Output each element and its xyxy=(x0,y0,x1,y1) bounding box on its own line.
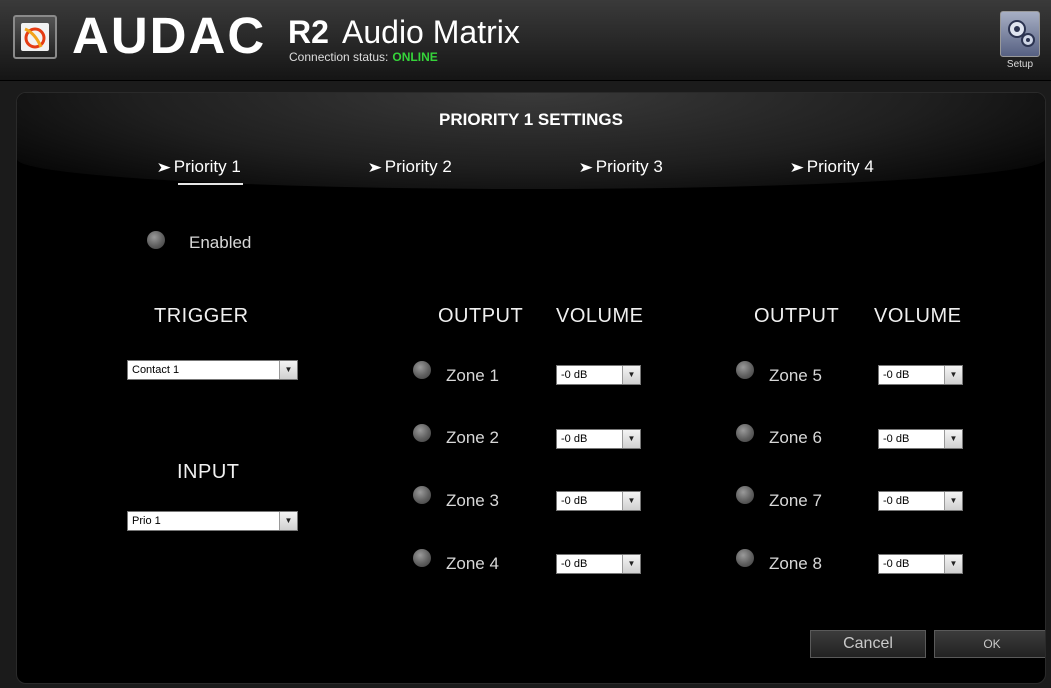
tab-label: Priority 1 xyxy=(173,157,241,176)
enabled-label: Enabled xyxy=(189,233,252,252)
product-model: R2 xyxy=(288,14,329,50)
zone-3-volume-select[interactable]: -0 dB ▼ xyxy=(556,491,641,511)
output-heading-right: OUTPUT xyxy=(754,305,840,327)
input-heading: INPUT xyxy=(177,461,240,483)
volume-heading-right: VOLUME xyxy=(874,305,962,327)
zone-2-radio[interactable] xyxy=(413,424,431,442)
zone-1-volume-select[interactable]: -0 dB ▼ xyxy=(556,365,641,385)
settings-panel: PRIORITY 1 SETTINGS ➤ Priority 1 ➤ Priorit… xyxy=(16,92,1046,684)
volume-value: -0 dB xyxy=(561,495,588,507)
zone-6-volume-select[interactable]: -0 dB ▼ xyxy=(878,429,963,449)
zone-4-volume-select[interactable]: -0 dB ▼ xyxy=(556,554,641,574)
tab-label: Priority 4 xyxy=(806,157,874,176)
zone-6-radio[interactable] xyxy=(736,424,754,442)
chevron-down-icon[interactable]: ▼ xyxy=(944,492,962,510)
input-select[interactable]: Prio 1 ▼ xyxy=(127,511,298,531)
setup-button[interactable]: Setup xyxy=(999,11,1041,73)
product-name: Audio Matrix xyxy=(342,14,520,50)
zone-2-label: Zone 2 xyxy=(446,428,499,447)
gear-icon xyxy=(1000,11,1040,57)
zone-5-volume-select[interactable]: -0 dB ▼ xyxy=(878,365,963,385)
chevron-down-icon[interactable]: ▼ xyxy=(279,361,297,379)
app-header: AUDAC R2 Audio Matrix Connection status:… xyxy=(0,0,1051,81)
volume-value: -0 dB xyxy=(883,433,910,445)
volume-value: -0 dB xyxy=(883,558,910,570)
brand-name: AUDAC xyxy=(72,7,267,64)
page-title: PRIORITY 1 SETTINGS xyxy=(439,110,623,129)
volume-value: -0 dB xyxy=(561,433,588,445)
tab-priority-3[interactable]: ➤ Priority 3 xyxy=(578,157,663,177)
zone-3-label: Zone 3 xyxy=(446,491,499,510)
connection-status: Connection status: ONLINE xyxy=(289,50,438,64)
chevron-down-icon[interactable]: ▼ xyxy=(622,492,640,510)
tab-priority-4[interactable]: ➤ Priority 4 xyxy=(789,157,874,177)
setup-label: Setup xyxy=(1006,59,1034,70)
volume-heading-left: VOLUME xyxy=(556,305,644,327)
zone-8-radio[interactable] xyxy=(736,549,754,567)
audac-logo-icon xyxy=(13,15,57,59)
arrow-right-icon: ➤ xyxy=(789,159,805,175)
trigger-heading: TRIGGER xyxy=(154,305,249,327)
connection-status-label: Connection status: xyxy=(289,50,389,64)
volume-value: -0 dB xyxy=(561,558,588,570)
chevron-down-icon[interactable]: ▼ xyxy=(944,430,962,448)
input-select-value: Prio 1 xyxy=(132,515,161,527)
zone-5-label: Zone 5 xyxy=(769,366,822,385)
zone-1-radio[interactable] xyxy=(413,361,431,379)
chevron-down-icon[interactable]: ▼ xyxy=(279,512,297,530)
volume-value: -0 dB xyxy=(561,369,588,381)
enabled-radio[interactable] xyxy=(147,231,165,249)
volume-value: -0 dB xyxy=(883,369,910,381)
arrow-right-icon: ➤ xyxy=(156,159,172,175)
chevron-down-icon[interactable]: ▼ xyxy=(944,555,962,573)
tab-priority-2[interactable]: ➤ Priority 2 xyxy=(367,157,452,177)
trigger-select-value: Contact 1 xyxy=(132,364,180,376)
zone-8-volume-select[interactable]: -0 dB ▼ xyxy=(878,554,963,574)
arrow-right-icon: ➤ xyxy=(578,159,594,175)
zone-5-radio[interactable] xyxy=(736,361,754,379)
output-heading-left: OUTPUT xyxy=(438,305,524,327)
zone-2-volume-select[interactable]: -0 dB ▼ xyxy=(556,429,641,449)
zone-4-radio[interactable] xyxy=(413,549,431,567)
tab-priority-1[interactable]: ➤ Priority 1 xyxy=(156,157,243,185)
cancel-button[interactable]: Cancel xyxy=(810,630,926,658)
chevron-down-icon[interactable]: ▼ xyxy=(944,366,962,384)
zone-7-label: Zone 7 xyxy=(769,491,822,510)
chevron-down-icon[interactable]: ▼ xyxy=(622,430,640,448)
ok-button[interactable]: OK xyxy=(934,630,1045,658)
trigger-select[interactable]: Contact 1 ▼ xyxy=(127,360,298,380)
chevron-down-icon[interactable]: ▼ xyxy=(622,555,640,573)
zone-7-radio[interactable] xyxy=(736,486,754,504)
connection-status-value: ONLINE xyxy=(392,50,438,64)
zone-4-label: Zone 4 xyxy=(446,554,499,573)
zone-6-label: Zone 6 xyxy=(769,428,822,447)
tab-label: Priority 2 xyxy=(384,157,452,176)
tab-label: Priority 3 xyxy=(595,157,663,176)
zone-8-label: Zone 8 xyxy=(769,554,822,573)
chevron-down-icon[interactable]: ▼ xyxy=(622,366,640,384)
arrow-right-icon: ➤ xyxy=(367,159,383,175)
zone-3-radio[interactable] xyxy=(413,486,431,504)
zone-7-volume-select[interactable]: -0 dB ▼ xyxy=(878,491,963,511)
zone-1-label: Zone 1 xyxy=(446,366,499,385)
volume-value: -0 dB xyxy=(883,495,910,507)
